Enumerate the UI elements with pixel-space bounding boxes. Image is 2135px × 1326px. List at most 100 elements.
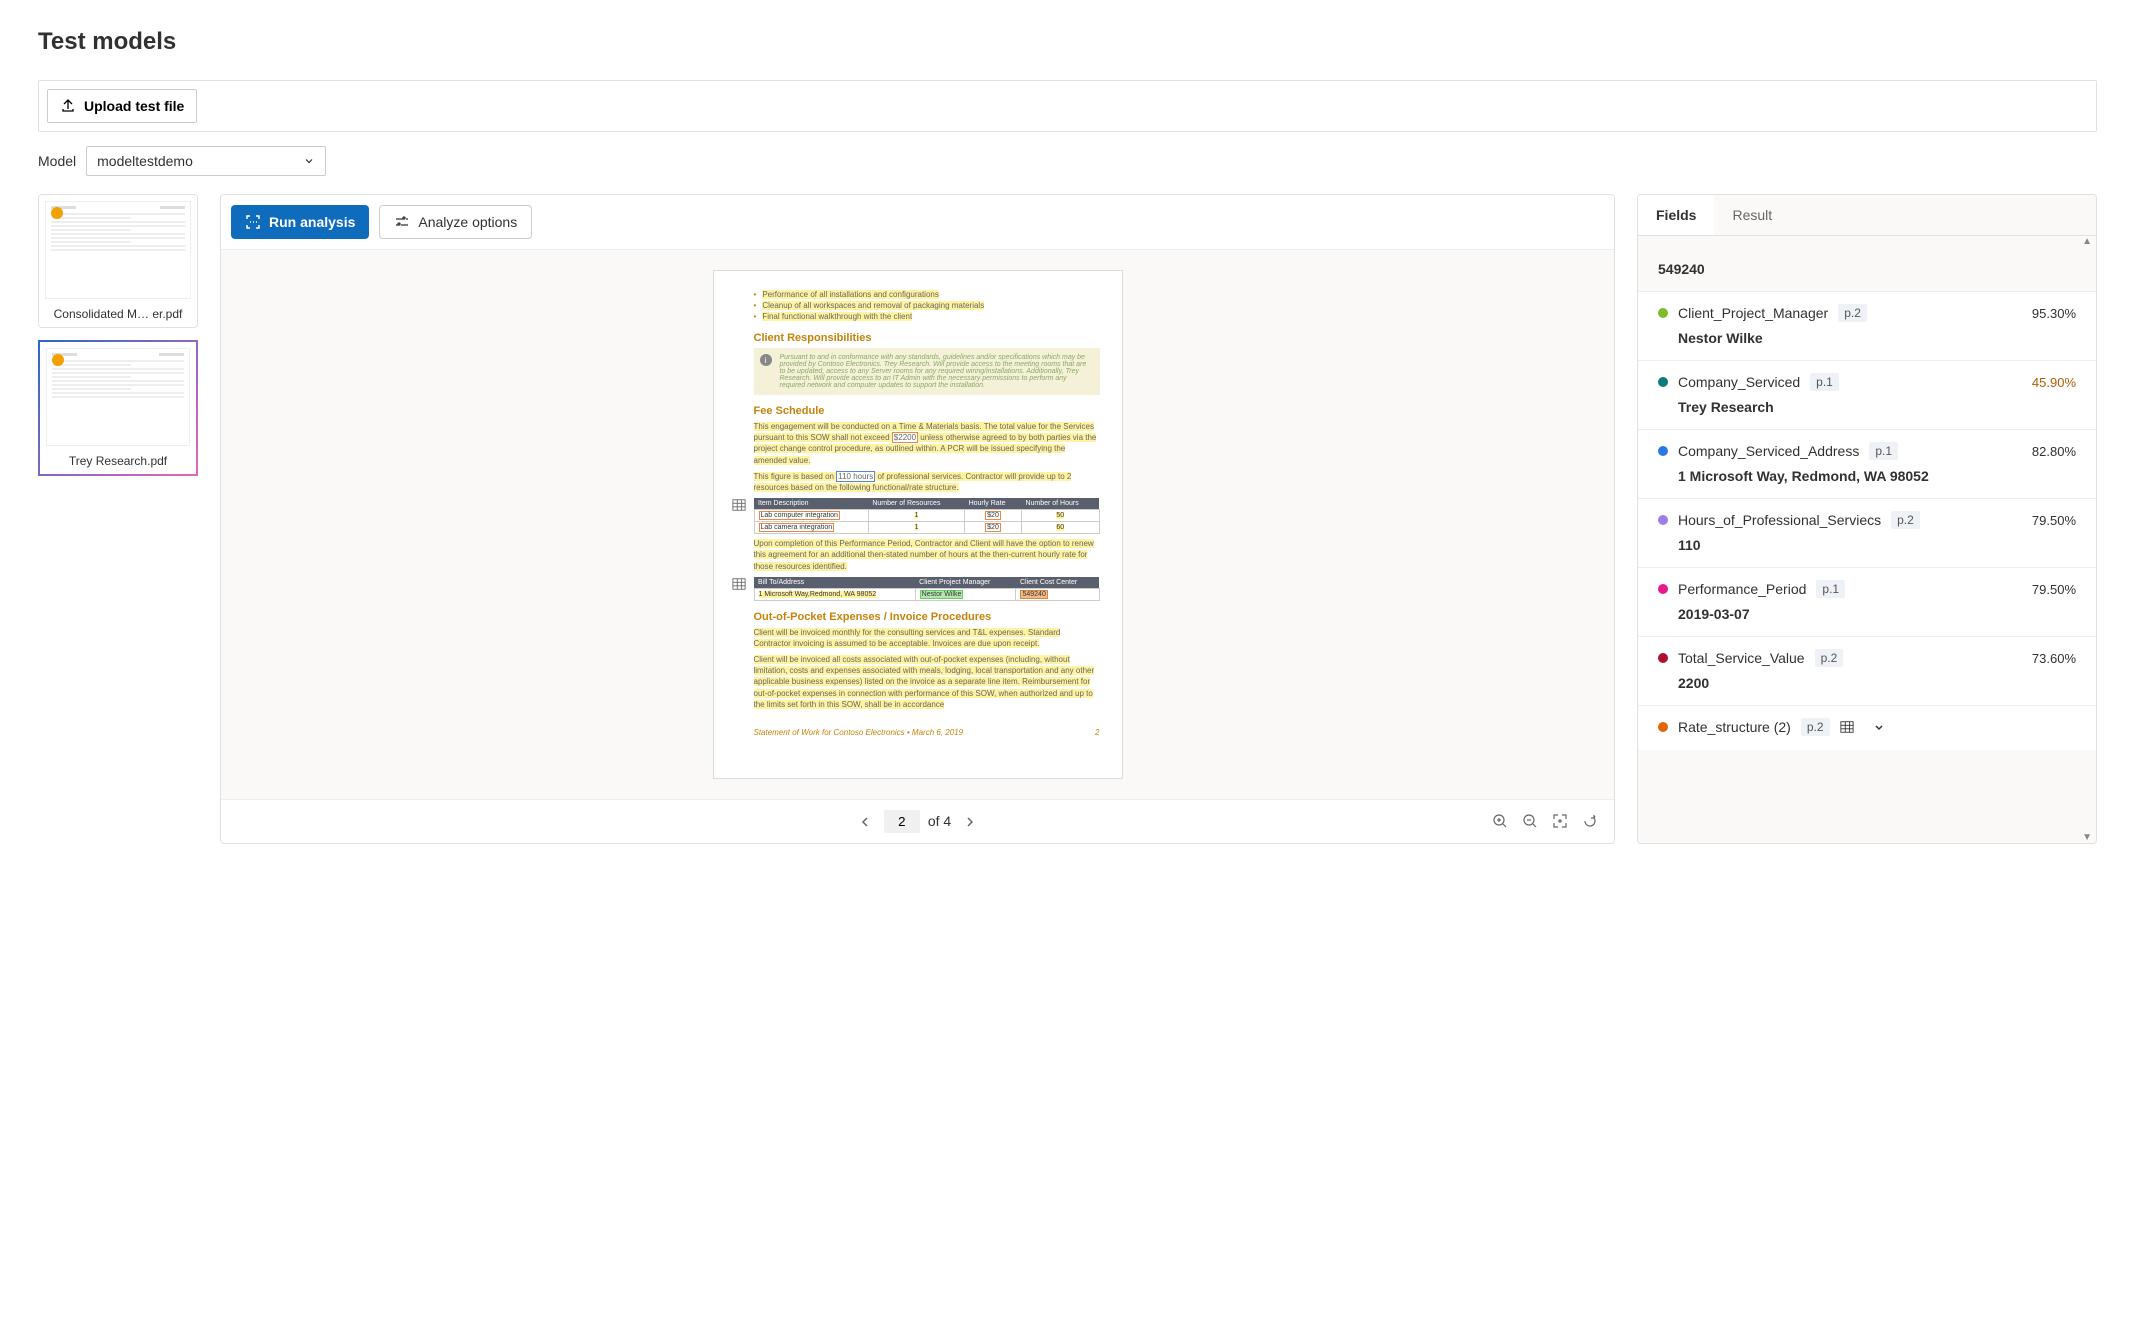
field-value: Nestor Wilke	[1658, 330, 2076, 346]
document-scroll-area[interactable]: Performance of all installations and con…	[221, 250, 1614, 799]
tab-fields[interactable]: Fields	[1638, 195, 1714, 235]
field-list[interactable]: 549240 Client_Project_Manager p.2 95.30%…	[1638, 247, 2096, 832]
upload-test-file-button[interactable]: Upload test file	[47, 89, 197, 123]
scroll-down-icon: ▼	[1638, 832, 2096, 843]
zoom-in-icon	[1492, 813, 1508, 829]
field-page-badge: p.1	[1869, 442, 1898, 460]
field-color-dot	[1658, 377, 1668, 387]
page-footer: Statement of Work for Contoso Electronic…	[754, 728, 1100, 737]
model-selected: modeltestdemo	[97, 153, 193, 169]
page-number-input[interactable]	[884, 810, 920, 833]
field-value: 2019-03-07	[1658, 606, 2076, 622]
rate-table: Item DescriptionNumber of ResourcesHourl…	[754, 498, 1100, 534]
field-color-dot	[1658, 515, 1668, 525]
field-color-dot	[1658, 584, 1668, 594]
document-viewer: Run analysis Analyze options Performance…	[220, 194, 1615, 844]
chevron-down-icon	[1872, 721, 1886, 735]
results-panel: Fields Result ▲ 549240 Client_Project_Ma…	[1637, 194, 2097, 844]
thumbnail-preview	[45, 201, 191, 299]
field-confidence: 79.50%	[2032, 582, 2076, 597]
field-item[interactable]: Company_Serviced p.1 45.90% Trey Researc…	[1638, 360, 2096, 429]
model-label: Model	[38, 153, 76, 169]
field-confidence: 45.90%	[2032, 375, 2076, 390]
chevron-down-icon	[303, 155, 315, 167]
field-name: Hours_of_Professional_Serviecs	[1678, 512, 1881, 528]
field-page-badge: p.2	[1815, 649, 1844, 667]
field-color-dot	[1658, 722, 1668, 732]
page-title: Test models	[38, 28, 2097, 56]
thumbnail-item[interactable]: Trey Research.pdf	[38, 340, 198, 476]
table-icon	[732, 577, 746, 591]
field-color-dot	[1658, 446, 1668, 456]
field-item[interactable]: Client_Project_Manager p.2 95.30% Nestor…	[1638, 291, 2096, 360]
analyze-options-label: Analyze options	[418, 214, 517, 230]
run-analysis-button[interactable]: Run analysis	[231, 205, 369, 239]
thumbnail-name: Consolidated M… er.pdf	[45, 305, 191, 325]
sliders-icon	[394, 214, 410, 230]
next-page-button[interactable]	[959, 810, 981, 833]
field-name: Total_Service_Value	[1678, 650, 1805, 666]
field-name: Client_Project_Manager	[1678, 305, 1828, 321]
scan-icon	[245, 214, 261, 230]
field-item[interactable]: Performance_Period p.1 79.50% 2019-03-07	[1638, 567, 2096, 636]
expand-icon[interactable]	[1872, 719, 1886, 735]
thumbnail-preview	[46, 348, 190, 446]
thumbnail-list: Consolidated M… er.pdf Trey Research.pdf	[38, 194, 198, 844]
field-value: 110	[1658, 537, 2076, 553]
zoom-out-button[interactable]	[1520, 811, 1540, 831]
chevron-left-icon	[858, 815, 872, 829]
prev-page-button[interactable]	[854, 810, 876, 833]
rotate-button[interactable]	[1580, 811, 1600, 831]
field-color-dot	[1658, 308, 1668, 318]
tab-result[interactable]: Result	[1714, 195, 1790, 235]
page-total-label: of 4	[928, 813, 951, 829]
field-top-value: 549240	[1638, 247, 2096, 291]
field-item[interactable]: Total_Service_Value p.2 73.60% 2200	[1638, 636, 2096, 705]
field-page-badge: p.1	[1816, 580, 1845, 598]
field-name: Company_Serviced_Address	[1678, 443, 1859, 459]
field-value: 2200	[1658, 675, 2076, 691]
fit-button[interactable]	[1550, 811, 1570, 831]
zoom-in-button[interactable]	[1490, 811, 1510, 831]
field-name: Performance_Period	[1678, 581, 1806, 597]
field-value: Trey Research	[1658, 399, 2076, 415]
table-icon	[1840, 720, 1854, 734]
upload-label: Upload test file	[84, 98, 184, 114]
upload-bar: Upload test file	[38, 80, 2097, 132]
table-icon	[732, 498, 746, 512]
field-item[interactable]: Company_Serviced_Address p.1 82.80% 1 Mi…	[1638, 429, 2096, 498]
status-dot-icon	[51, 207, 63, 219]
rotate-icon	[1582, 813, 1598, 829]
run-analysis-label: Run analysis	[269, 214, 355, 230]
scroll-up-icon: ▲	[1638, 236, 2096, 247]
model-select[interactable]: modeltestdemo	[86, 146, 326, 176]
field-name: Company_Serviced	[1678, 374, 1800, 390]
field-confidence: 82.80%	[2032, 444, 2076, 459]
status-dot-icon	[52, 354, 64, 366]
field-confidence: 79.50%	[2032, 513, 2076, 528]
field-page-badge: p.2	[1801, 718, 1830, 736]
thumbnail-name: Trey Research.pdf	[46, 452, 190, 472]
tabs: Fields Result	[1638, 195, 2096, 236]
thumbnail-item[interactable]: Consolidated M… er.pdf	[38, 194, 198, 328]
field-page-badge: p.2	[1891, 511, 1920, 529]
viewer-footer: of 4	[221, 799, 1614, 843]
field-item[interactable]: Rate_structure (2) p.2	[1638, 705, 2096, 750]
document-page: Performance of all installations and con…	[713, 270, 1123, 779]
field-color-dot	[1658, 653, 1668, 663]
zoom-out-icon	[1522, 813, 1538, 829]
field-confidence: 73.60%	[2032, 651, 2076, 666]
field-page-badge: p.2	[1838, 304, 1867, 322]
field-value: 1 Microsoft Way, Redmond, WA 98052	[1658, 468, 2076, 484]
fit-icon	[1552, 813, 1568, 829]
viewer-toolbar: Run analysis Analyze options	[221, 195, 1614, 250]
field-item[interactable]: Hours_of_Professional_Serviecs p.2 79.50…	[1638, 498, 2096, 567]
upload-icon	[60, 98, 76, 114]
field-name: Rate_structure (2)	[1678, 719, 1791, 735]
field-confidence: 95.30%	[2032, 306, 2076, 321]
chevron-right-icon	[963, 815, 977, 829]
field-page-badge: p.1	[1810, 373, 1839, 391]
analyze-options-button[interactable]: Analyze options	[379, 205, 532, 239]
info-note: Pursuant to and in conformance with any …	[754, 348, 1100, 395]
billing-table: Bill To/AddressClient Project ManagerCli…	[754, 577, 1100, 601]
